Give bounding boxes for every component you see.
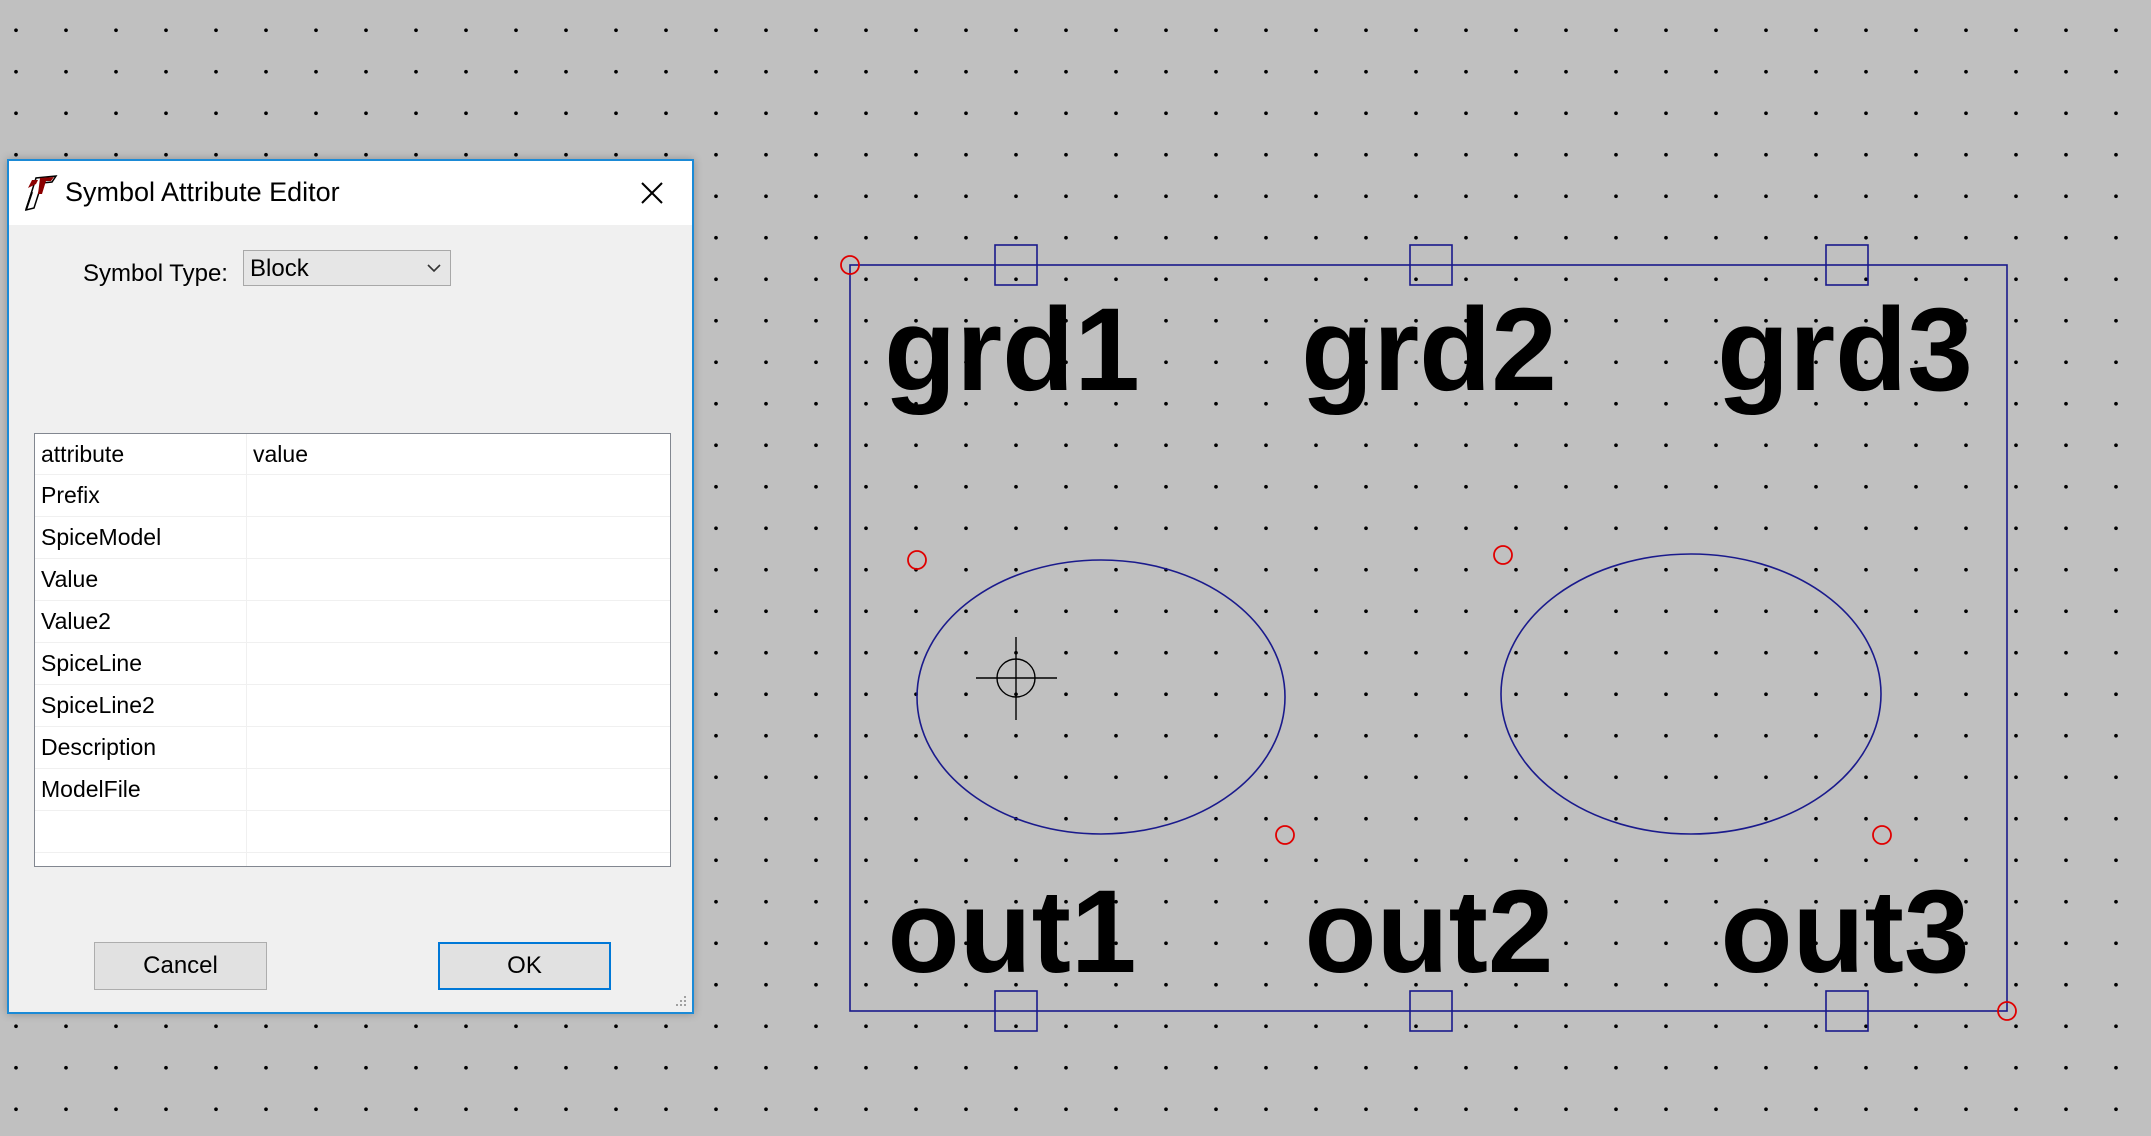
resize-grip-icon[interactable] xyxy=(672,992,688,1008)
attribute-cell[interactable] xyxy=(35,810,247,853)
symbol-type-value: Block xyxy=(250,255,309,282)
symbol-type-label: Symbol Type: xyxy=(83,260,228,287)
pin-label-out3[interactable]: out3 xyxy=(1720,873,1969,991)
value-cell[interactable] xyxy=(246,600,670,643)
symbol-ellipse-left[interactable] xyxy=(916,559,1286,835)
anchor-circle[interactable] xyxy=(1872,825,1892,845)
table-header-row: attribute value xyxy=(35,434,670,475)
pin-label-out1[interactable]: out1 xyxy=(887,873,1136,991)
value-cell[interactable] xyxy=(246,768,670,811)
pin-label-grd2[interactable]: grd2 xyxy=(1301,291,1557,409)
value-cell[interactable] xyxy=(246,516,670,559)
column-header-attribute[interactable]: attribute xyxy=(35,434,247,475)
attribute-cell[interactable]: Prefix xyxy=(35,474,247,517)
attribute-cell[interactable] xyxy=(35,852,247,866)
symbol-attribute-editor-dialog: Symbol Attribute Editor Symbol Type: Blo… xyxy=(7,159,694,1014)
attribute-cell[interactable]: SpiceLine xyxy=(35,642,247,685)
anchor-circle[interactable] xyxy=(1493,545,1513,565)
attribute-cell[interactable]: Value2 xyxy=(35,600,247,643)
column-header-value[interactable]: value xyxy=(246,434,670,475)
anchor-circle[interactable] xyxy=(1275,825,1295,845)
attribute-cell[interactable]: SpiceModel xyxy=(35,516,247,559)
chevron-down-icon xyxy=(427,264,441,273)
ok-button[interactable]: OK xyxy=(438,942,611,990)
pin-label-grd3[interactable]: grd3 xyxy=(1717,291,1973,409)
cancel-button[interactable]: Cancel xyxy=(94,942,267,990)
attribute-cell[interactable]: SpiceLine2 xyxy=(35,684,247,727)
attribute-cell[interactable]: Value xyxy=(35,558,247,601)
table-row[interactable]: ModelFile xyxy=(35,768,670,811)
value-cell[interactable] xyxy=(246,852,670,866)
value-cell[interactable] xyxy=(246,474,670,517)
table-row-empty[interactable] xyxy=(35,852,670,866)
table-row[interactable]: SpiceModel xyxy=(35,516,670,559)
dialog-title: Symbol Attribute Editor xyxy=(65,177,340,207)
attribute-table[interactable]: attribute value Prefix SpiceModel Value … xyxy=(34,433,671,867)
pin-label-grd1[interactable]: grd1 xyxy=(884,291,1140,409)
attribute-cell[interactable]: ModelFile xyxy=(35,768,247,811)
close-button[interactable] xyxy=(612,161,692,225)
value-cell[interactable] xyxy=(246,810,670,853)
table-row[interactable]: Prefix xyxy=(35,474,670,517)
dialog-titlebar[interactable]: Symbol Attribute Editor xyxy=(9,161,692,225)
table-row[interactable]: Description xyxy=(35,726,670,769)
anchor-circle[interactable] xyxy=(907,550,927,570)
value-cell[interactable] xyxy=(246,684,670,727)
table-row[interactable]: Value xyxy=(35,558,670,601)
attribute-cell[interactable]: Description xyxy=(35,726,247,769)
value-cell[interactable] xyxy=(246,642,670,685)
symbol-ellipse-right[interactable] xyxy=(1500,553,1882,835)
value-cell[interactable] xyxy=(246,558,670,601)
ltspice-logo-icon xyxy=(24,175,58,212)
crosshair-cursor-icon xyxy=(976,637,1057,720)
close-icon xyxy=(641,182,663,204)
table-row-empty[interactable] xyxy=(35,810,670,853)
table-row[interactable]: Value2 xyxy=(35,600,670,643)
value-cell[interactable] xyxy=(246,726,670,769)
table-row[interactable]: SpiceLine2 xyxy=(35,684,670,727)
table-row[interactable]: SpiceLine xyxy=(35,642,670,685)
pin-label-out2[interactable]: out2 xyxy=(1304,873,1553,991)
symbol-type-dropdown[interactable]: Block xyxy=(243,250,451,286)
